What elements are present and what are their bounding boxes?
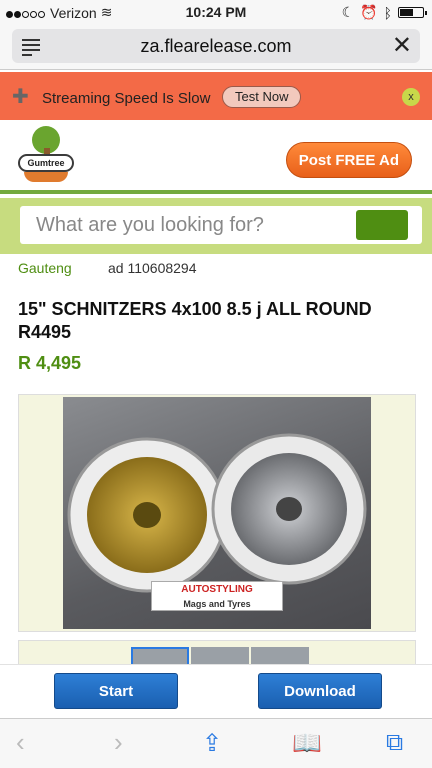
speed-banner: ✚ Streaming Speed Is Slow Test Now x (0, 72, 432, 120)
url-bar: za.flearelease.com ✕ (0, 24, 432, 70)
ad-bar: Start Download (0, 664, 432, 718)
search-button[interactable] (356, 210, 408, 240)
listing-price: R 4,495 (18, 353, 82, 373)
battery-icon (398, 7, 427, 18)
browser-toolbar: ‹ › ⇪ 📖 ⧉ (0, 718, 432, 768)
share-icon[interactable]: ⇪ (202, 729, 222, 758)
post-free-ad-button[interactable]: Post FREE Ad (285, 142, 412, 178)
location-link[interactable]: Gauteng (18, 260, 72, 276)
listing-title: 15" SCHNITZERS 4x100 8.5 j ALL ROUND R44… (18, 299, 372, 342)
download-button[interactable]: Download (258, 673, 382, 709)
banner-close-button[interactable]: x (402, 88, 420, 106)
tabs-icon[interactable]: ⧉ (386, 729, 403, 757)
site-header: Gumtree Post FREE Ad (0, 120, 432, 194)
bluetooth-icon: ᛒ (383, 4, 392, 21)
moon-icon: ☾ (341, 4, 355, 20)
listing-photo[interactable]: AUTOSTYLING Mags and Tyres (63, 397, 371, 629)
thumbnail-strip (18, 640, 416, 667)
ad-id: ad 110608294 (108, 260, 197, 276)
url-text[interactable]: za.flearelease.com (12, 36, 420, 57)
forward-icon[interactable]: › (114, 727, 123, 758)
start-button[interactable]: Start (54, 673, 178, 709)
test-now-button[interactable]: Test Now (222, 86, 302, 108)
search-placeholder: What are you looking for? (36, 214, 264, 236)
back-icon[interactable]: ‹ (16, 727, 25, 758)
address-field[interactable]: za.flearelease.com ✕ (12, 29, 420, 63)
shop-sign: AUTOSTYLING Mags and Tyres (151, 581, 283, 611)
status-bar: Verizon ≋ 10:24 PM ☾ ⏰ ᛒ (0, 0, 432, 24)
status-icons: ☾ ⏰ ᛒ (341, 4, 427, 21)
search-bar: What are you looking for? (0, 198, 432, 254)
stop-loading-icon[interactable]: ✕ (392, 34, 412, 58)
alarm-icon: ⏰ (360, 4, 378, 20)
search-input[interactable]: What are you looking for? (20, 206, 422, 244)
logo-text: Gumtree (18, 154, 74, 172)
puzzle-icon: ✚ (12, 86, 29, 108)
banner-text: Streaming Speed Is Slow (42, 90, 211, 107)
bookmarks-icon[interactable]: 📖 (292, 729, 322, 758)
gumtree-logo[interactable]: Gumtree (18, 126, 74, 186)
listing-photo-frame: AUTOSTYLING Mags and Tyres (18, 394, 416, 632)
